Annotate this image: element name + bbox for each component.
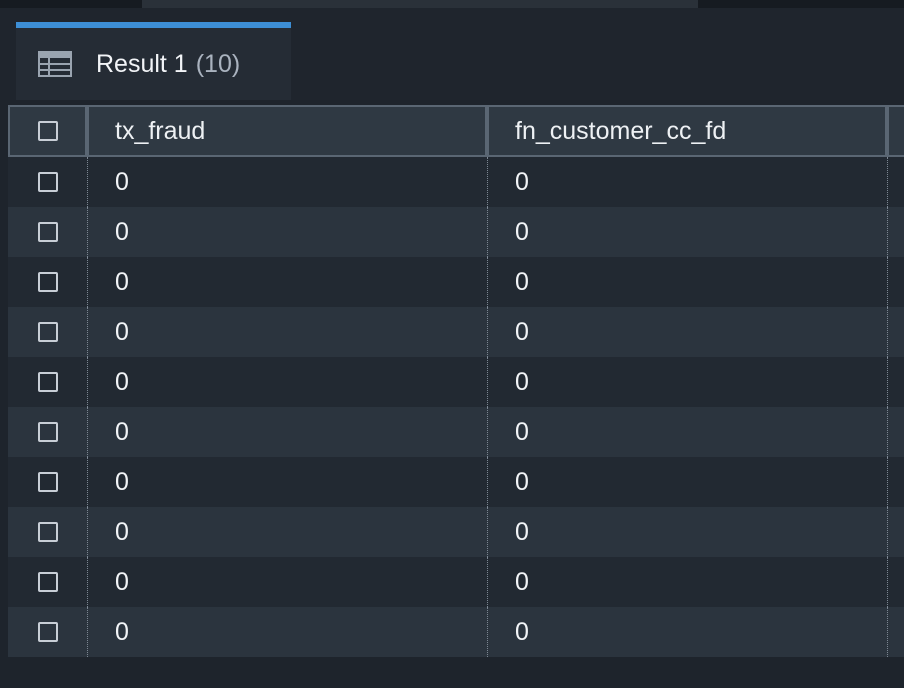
cell-overflow xyxy=(887,207,904,257)
result-tab-label: Result 1 xyxy=(96,49,188,78)
cell-tx-fraud[interactable]: 0 xyxy=(87,307,487,357)
table-row[interactable]: 00 xyxy=(8,407,904,457)
table-row[interactable]: 00 xyxy=(8,457,904,507)
row-checkbox[interactable] xyxy=(37,372,58,392)
cell-overflow xyxy=(887,407,904,457)
cell-overflow xyxy=(887,257,904,307)
row-checkbox[interactable] xyxy=(37,272,58,292)
row-checkbox[interactable] xyxy=(37,422,58,442)
cell-fn-customer-cc-fd[interactable]: 0 xyxy=(487,207,887,257)
editor-tab-bar xyxy=(0,0,904,8)
cell-overflow xyxy=(887,457,904,507)
cell-overflow xyxy=(887,507,904,557)
cell-overflow xyxy=(887,607,904,657)
select-all-checkbox[interactable] xyxy=(37,121,58,141)
cell-fn-customer-cc-fd[interactable]: 0 xyxy=(487,557,887,607)
row-select-cell xyxy=(8,307,87,357)
row-select-cell xyxy=(8,507,87,557)
row-select-cell xyxy=(8,257,87,307)
row-select-cell xyxy=(8,457,87,507)
table-row[interactable]: 00 xyxy=(8,357,904,407)
tab-result-1[interactable]: Result 1 (10) xyxy=(16,22,291,100)
table-row[interactable]: 00 xyxy=(8,607,904,657)
row-checkbox[interactable] xyxy=(37,622,58,642)
cell-tx-fraud[interactable]: 0 xyxy=(87,157,487,207)
cell-fn-customer-cc-fd[interactable]: 0 xyxy=(487,157,887,207)
cell-overflow xyxy=(887,557,904,607)
row-checkbox[interactable] xyxy=(37,572,58,592)
cell-overflow xyxy=(887,157,904,207)
results-tab-strip: Result 1 (10) xyxy=(0,8,904,100)
cell-tx-fraud[interactable]: 0 xyxy=(87,607,487,657)
cell-tx-fraud[interactable]: 0 xyxy=(87,407,487,457)
cell-overflow xyxy=(887,307,904,357)
row-select-cell xyxy=(8,607,87,657)
cell-tx-fraud[interactable]: 0 xyxy=(87,357,487,407)
cell-fn-customer-cc-fd[interactable]: 0 xyxy=(487,507,887,557)
cell-tx-fraud[interactable]: 0 xyxy=(87,207,487,257)
row-checkbox[interactable] xyxy=(37,322,58,342)
row-checkbox[interactable] xyxy=(37,222,58,242)
cell-fn-customer-cc-fd[interactable]: 0 xyxy=(487,407,887,457)
table-row[interactable]: 00 xyxy=(8,157,904,207)
cell-fn-customer-cc-fd[interactable]: 0 xyxy=(487,457,887,507)
table-icon xyxy=(38,51,72,77)
column-header-fn-customer-cc-fd[interactable]: fn_customer_cc_fd xyxy=(487,105,887,157)
row-select-cell xyxy=(8,557,87,607)
editor-tab[interactable] xyxy=(142,0,698,8)
row-select-cell xyxy=(8,357,87,407)
table-row[interactable]: 00 xyxy=(8,307,904,357)
cell-tx-fraud[interactable]: 0 xyxy=(87,557,487,607)
cell-fn-customer-cc-fd[interactable]: 0 xyxy=(487,607,887,657)
row-select-cell xyxy=(8,407,87,457)
table-row[interactable]: 00 xyxy=(8,507,904,557)
row-checkbox[interactable] xyxy=(37,472,58,492)
table-row[interactable]: 00 xyxy=(8,557,904,607)
column-header-overflow xyxy=(887,105,904,157)
table-row[interactable]: 00 xyxy=(8,257,904,307)
column-header-tx-fraud[interactable]: tx_fraud xyxy=(87,105,487,157)
results-grid: tx_fraud fn_customer_cc_fd 0000000000000… xyxy=(8,105,904,660)
cell-overflow xyxy=(887,357,904,407)
grid-header-row: tx_fraud fn_customer_cc_fd xyxy=(8,105,904,157)
cell-fn-customer-cc-fd[interactable]: 0 xyxy=(487,307,887,357)
cell-tx-fraud[interactable]: 0 xyxy=(87,457,487,507)
cell-fn-customer-cc-fd[interactable]: 0 xyxy=(487,257,887,307)
row-checkbox[interactable] xyxy=(37,172,58,192)
row-select-cell xyxy=(8,207,87,257)
cell-fn-customer-cc-fd[interactable]: 0 xyxy=(487,357,887,407)
result-tab-count: (10) xyxy=(195,49,241,78)
row-checkbox[interactable] xyxy=(37,522,58,542)
table-row[interactable]: 00 xyxy=(8,207,904,257)
select-all-cell xyxy=(8,105,87,157)
row-select-cell xyxy=(8,157,87,207)
cell-tx-fraud[interactable]: 0 xyxy=(87,257,487,307)
cell-tx-fraud[interactable]: 0 xyxy=(87,507,487,557)
